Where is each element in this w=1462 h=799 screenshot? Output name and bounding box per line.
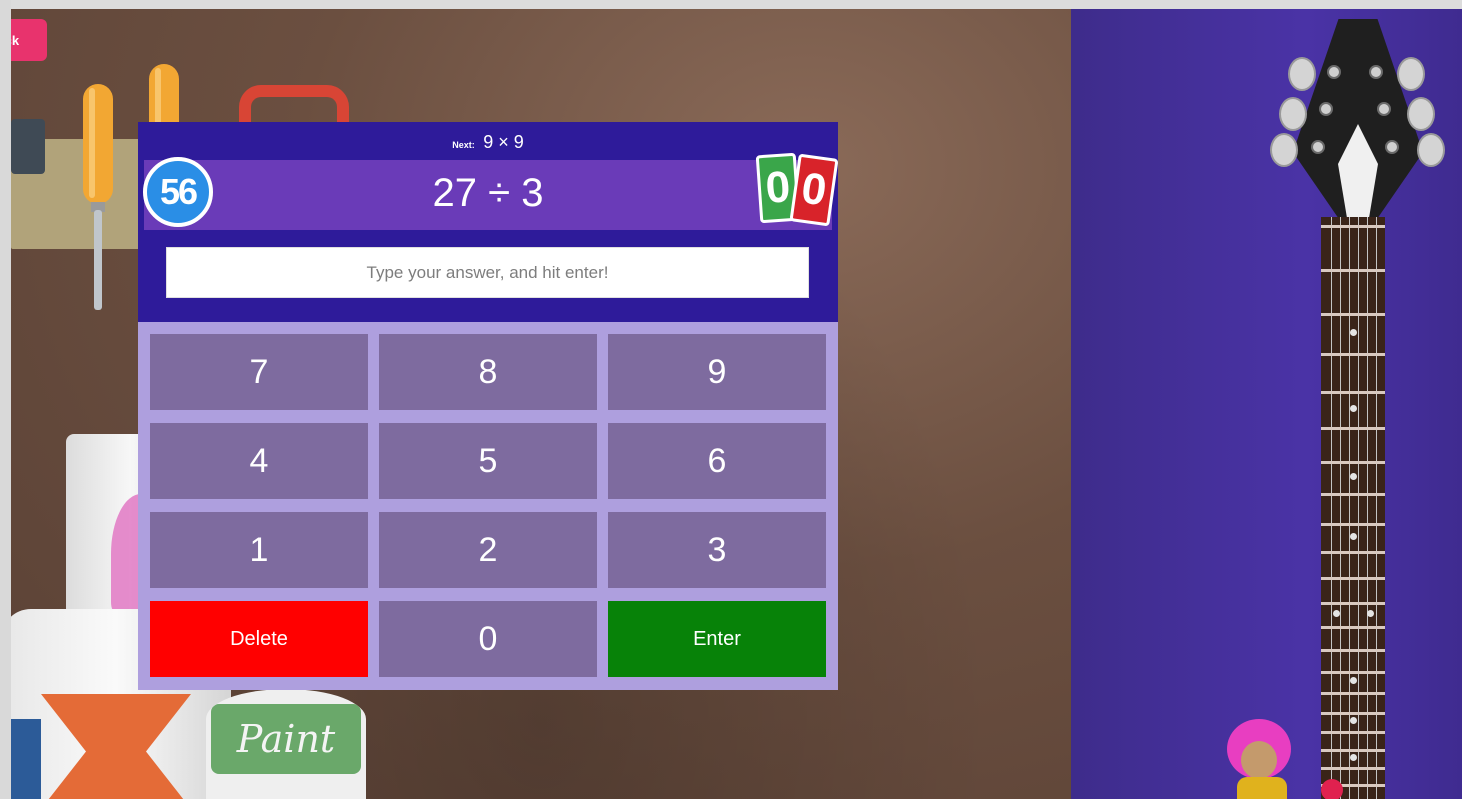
left-strip <box>0 0 11 799</box>
next-question-line: Next: 9 × 9 <box>138 132 838 153</box>
fret <box>1321 692 1385 695</box>
answer-input[interactable] <box>166 247 809 298</box>
character-flower <box>1321 779 1343 799</box>
fret <box>1321 671 1385 674</box>
key-8[interactable]: 8 <box>379 334 597 410</box>
key-0[interactable]: 0 <box>379 601 597 677</box>
peg-stud-icon <box>1327 65 1341 79</box>
paint-can: Paint <box>206 689 366 799</box>
fret <box>1321 749 1385 752</box>
jug-blue-stripe <box>11 719 41 799</box>
question-band: 27 ÷ 3 <box>144 160 832 230</box>
fret <box>1321 767 1385 770</box>
rocker-character-icon <box>1227 719 1343 799</box>
guitar-headstock-icon <box>1293 19 1423 224</box>
delete-button[interactable]: Delete <box>150 601 368 677</box>
key-7[interactable]: 7 <box>150 334 368 410</box>
top-strip <box>0 0 1462 9</box>
peg-stud-icon <box>1369 65 1383 79</box>
tuning-peg-icon <box>1288 57 1316 91</box>
fret-inlay <box>1350 405 1357 412</box>
shelf-bracket <box>11 119 45 174</box>
fret <box>1321 626 1385 629</box>
key-4[interactable]: 4 <box>150 423 368 499</box>
wrong-count-card: 0 <box>789 153 839 227</box>
key-3[interactable]: 3 <box>608 512 826 588</box>
fret <box>1321 225 1385 228</box>
next-question: 9 × 9 <box>483 132 524 152</box>
quiz-header: Next: 9 × 9 27 ÷ 3 56 0 0 <box>138 122 840 322</box>
character-body <box>1237 777 1287 799</box>
fret <box>1321 461 1385 464</box>
quiz-panel: Next: 9 × 9 27 ÷ 3 56 0 0 7 8 9 4 5 6 1 … <box>138 122 840 690</box>
paint-can-label: Paint <box>211 704 361 774</box>
current-question: 27 ÷ 3 <box>432 171 544 215</box>
fret <box>1321 523 1385 526</box>
fret <box>1321 731 1385 734</box>
fret-inlay <box>1350 717 1357 724</box>
fret <box>1321 602 1385 605</box>
back-button-label: Back <box>11 32 20 48</box>
next-label: Next: <box>452 140 475 150</box>
guitar-stage <box>1071 9 1462 799</box>
score-cards: 0 0 <box>755 150 840 227</box>
fret-inlay <box>1333 610 1340 617</box>
key-9[interactable]: 9 <box>608 334 826 410</box>
key-2[interactable]: 2 <box>379 512 597 588</box>
tuning-peg-icon <box>1279 97 1307 131</box>
number-keypad: 7 8 9 4 5 6 1 2 3 Delete 0 Enter <box>138 322 838 690</box>
peg-stud-icon <box>1377 102 1391 116</box>
enter-button[interactable]: Enter <box>608 601 826 677</box>
peg-stud-icon <box>1385 140 1399 154</box>
key-1[interactable]: 1 <box>150 512 368 588</box>
fret <box>1321 313 1385 316</box>
score-badge: 56 <box>143 157 213 227</box>
fret <box>1321 269 1385 272</box>
tuning-peg-icon <box>1397 57 1425 91</box>
fret-inlay <box>1350 329 1357 336</box>
peg-stud-icon <box>1311 140 1325 154</box>
fret-inlay <box>1350 533 1357 540</box>
back-button[interactable]: Back <box>11 19 47 61</box>
fret <box>1321 493 1385 496</box>
character-face <box>1241 741 1277 779</box>
fret-inlay <box>1350 473 1357 480</box>
peg-stud-icon <box>1319 102 1333 116</box>
fret <box>1321 391 1385 394</box>
fret-inlay <box>1367 610 1374 617</box>
tuning-peg-icon <box>1407 97 1435 131</box>
fret <box>1321 551 1385 554</box>
jug-orange-stripe <box>41 694 191 799</box>
fret-inlay <box>1350 677 1357 684</box>
key-6[interactable]: 6 <box>608 423 826 499</box>
guitar-neck <box>1321 217 1385 799</box>
fret <box>1321 649 1385 652</box>
screwdriver-left-icon <box>83 84 113 310</box>
fret <box>1321 427 1385 430</box>
fret <box>1321 353 1385 356</box>
fret-inlay <box>1350 754 1357 761</box>
tuning-peg-icon <box>1417 133 1445 167</box>
key-5[interactable]: 5 <box>379 423 597 499</box>
headstock-plate <box>1338 124 1378 224</box>
fret <box>1321 712 1385 715</box>
fret <box>1321 577 1385 580</box>
tuning-peg-icon <box>1270 133 1298 167</box>
